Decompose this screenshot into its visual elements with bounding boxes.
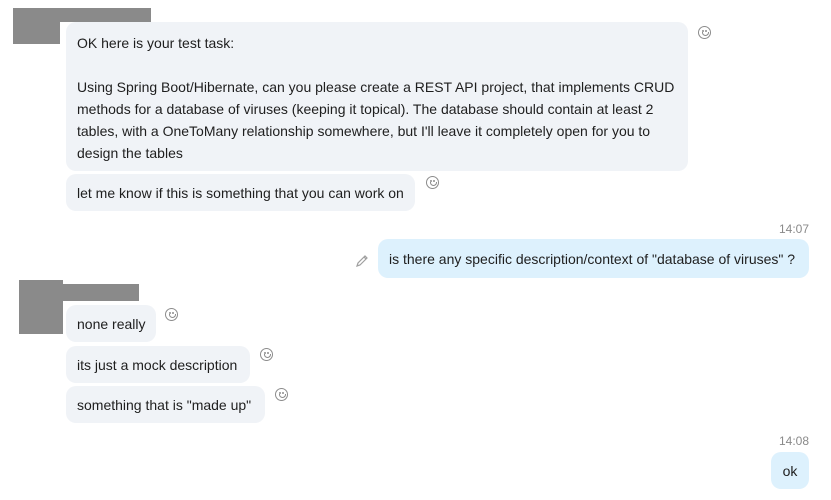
smiley-icon[interactable] <box>260 348 273 361</box>
message-text-line: tables, with a OneToMany relationship so… <box>77 123 651 139</box>
message-text-line: OK here is your test task: <box>77 35 235 51</box>
sender-name-redacted <box>63 284 139 301</box>
smiley-icon[interactable] <box>426 176 439 189</box>
message-text: is there any specific description/contex… <box>389 251 796 267</box>
smiley-icon[interactable] <box>275 388 288 401</box>
message-text: ok <box>782 463 798 479</box>
message-bubble[interactable]: none really <box>66 305 156 342</box>
message-text: something that is "made up" <box>77 397 252 413</box>
timestamp: 14:07 <box>778 222 809 236</box>
pencil-icon[interactable] <box>354 253 370 269</box>
message-bubble[interactable]: let me know if this is something that yo… <box>66 174 415 211</box>
sender-name-redacted <box>60 8 151 22</box>
smiley-icon[interactable] <box>698 26 711 39</box>
message-text-line: Using Spring Boot/Hibernate, can you ple… <box>77 79 675 95</box>
message-text: its just a mock description <box>77 357 238 373</box>
message-bubble-own[interactable]: is there any specific description/contex… <box>378 239 809 278</box>
message-text-line: methods for a database of viruses (keepi… <box>77 101 654 117</box>
smiley-icon[interactable] <box>165 308 178 321</box>
message-text: let me know if this is something that yo… <box>77 185 404 201</box>
message-bubble[interactable]: OK here is your test task: Using Spring … <box>66 22 688 171</box>
message-text: none really <box>77 316 146 332</box>
message-bubble[interactable]: its just a mock description <box>66 346 250 383</box>
message-bubble[interactable]: something that is "made up" <box>66 386 265 423</box>
sender-avatar-redacted <box>19 280 63 334</box>
message-bubble-own[interactable]: ok <box>771 452 809 489</box>
sender-avatar-redacted <box>13 8 60 44</box>
message-text-line: design the tables <box>77 145 183 161</box>
timestamp: 14:08 <box>778 434 809 448</box>
